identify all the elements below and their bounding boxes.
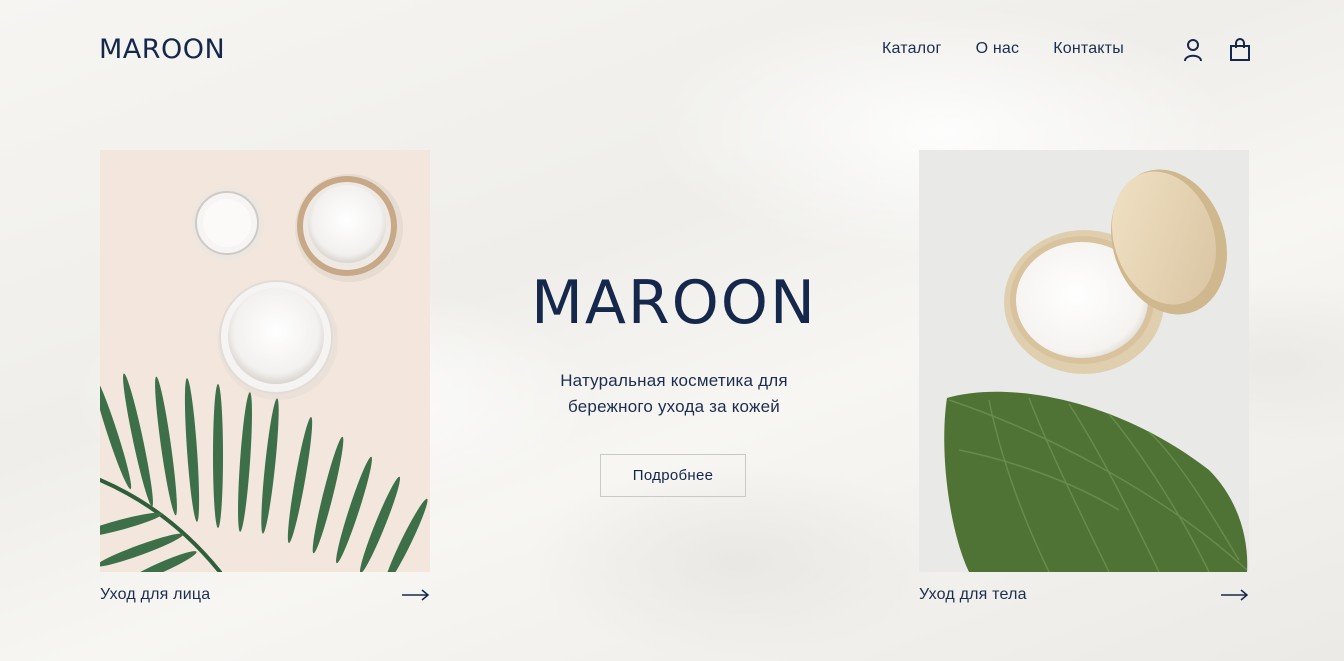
- face-care-caption[interactable]: Уход для лица: [100, 572, 430, 618]
- body-care-image: [919, 150, 1249, 572]
- cart-button[interactable]: [1228, 37, 1252, 63]
- face-care-card[interactable]: Уход для лица: [100, 150, 430, 618]
- face-care-label: Уход для лица: [100, 586, 211, 603]
- user-icon: [1184, 39, 1202, 62]
- account-button[interactable]: [1181, 37, 1205, 63]
- nav-catalog-link[interactable]: Каталог: [882, 40, 942, 58]
- hero-title: MAROON: [531, 268, 817, 338]
- shopping-bag-icon: [1230, 38, 1250, 61]
- hero-subtitle-line-1: Натуральная косметика для: [560, 371, 788, 390]
- body-care-caption[interactable]: Уход для тела: [919, 572, 1249, 618]
- site-header: MAROON Каталог О нас Контакты: [0, 0, 1344, 100]
- main-nav: Каталог О нас Контакты: [882, 40, 1124, 58]
- body-care-label: Уход для тела: [919, 586, 1027, 603]
- arrow-right-icon[interactable]: [402, 589, 430, 601]
- hero-subtitle: Натуральная косметика для бережного уход…: [474, 368, 874, 420]
- nav-about-link[interactable]: О нас: [976, 40, 1020, 58]
- more-button[interactable]: Подробнее: [600, 454, 746, 497]
- logo[interactable]: MAROON: [99, 34, 225, 65]
- body-care-card[interactable]: Уход для тела: [919, 150, 1249, 618]
- face-care-image: [100, 150, 430, 572]
- hero-section: MAROON Натуральная косметика для бережно…: [474, 268, 874, 497]
- hero-subtitle-line-2: бережного ухода за кожей: [568, 397, 780, 416]
- nav-contacts-link[interactable]: Контакты: [1053, 40, 1124, 58]
- arrow-right-icon[interactable]: [1221, 589, 1249, 601]
